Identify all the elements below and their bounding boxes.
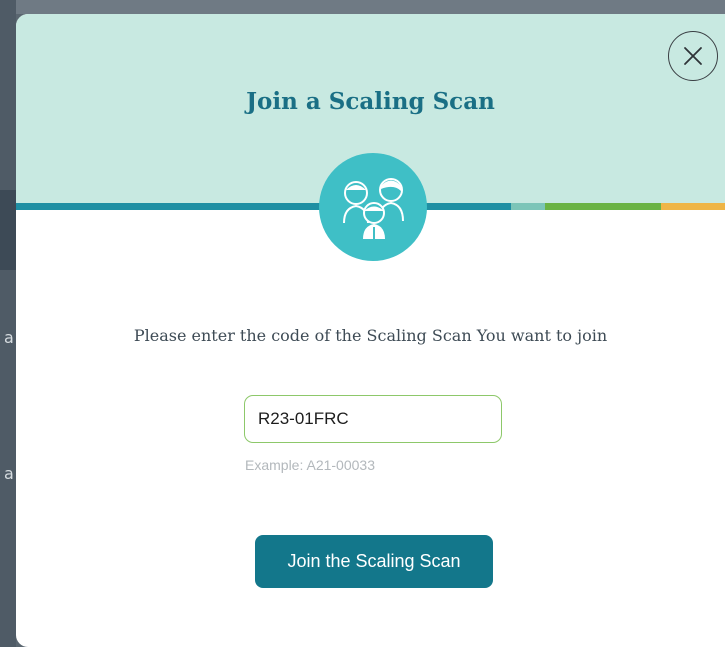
- group-illustration: [319, 153, 427, 261]
- instruction-text: Please enter the code of the Scaling Sca…: [133, 326, 608, 345]
- backdrop-text-fragment: a: [4, 464, 14, 483]
- backdrop-left-panel: [0, 0, 16, 647]
- join-scan-modal: Join a Scaling Scan Please enter the cod…: [16, 14, 725, 647]
- group-people-icon: [343, 178, 404, 239]
- join-scan-button[interactable]: Join the Scaling Scan: [255, 535, 493, 588]
- header-stripe-teal: [16, 203, 511, 210]
- scan-code-input[interactable]: [244, 395, 502, 443]
- header-stripe-mint: [511, 203, 545, 210]
- header-stripe-green: [545, 203, 661, 210]
- backdrop-text-fragment: a: [4, 328, 14, 347]
- backdrop-top-bar: [0, 0, 725, 14]
- modal-title: Join a Scaling Scan: [246, 88, 495, 115]
- close-icon: [684, 47, 702, 65]
- backdrop-left-band: [0, 190, 16, 270]
- header-stripe-orange: [661, 203, 725, 210]
- example-hint: Example: A21-00033: [245, 457, 375, 473]
- close-button[interactable]: [668, 31, 718, 81]
